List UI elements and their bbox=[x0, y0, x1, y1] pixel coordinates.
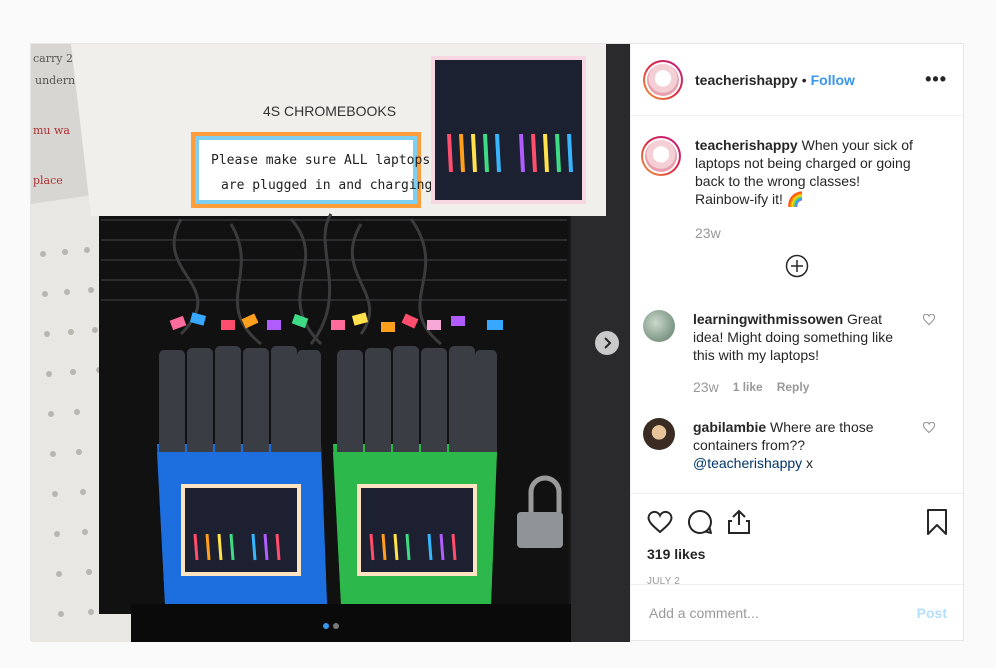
comment-input[interactable] bbox=[647, 603, 917, 622]
comment-avatar[interactable] bbox=[643, 310, 675, 342]
comment-text-after: x bbox=[802, 455, 814, 471]
post-header: teacherishappy • Follow ••• bbox=[631, 44, 963, 116]
caption-time: 23w bbox=[695, 225, 721, 241]
photo-sign-line2: are plugged in and charging bbox=[221, 178, 432, 193]
comment-mention[interactable]: @teacherishappy bbox=[693, 455, 802, 471]
share-icon bbox=[728, 509, 750, 534]
heart-icon[interactable] bbox=[923, 422, 935, 434]
comment-button[interactable] bbox=[687, 509, 713, 535]
caption-avatar[interactable] bbox=[641, 136, 681, 176]
heart-icon bbox=[647, 510, 673, 534]
caption: teacherishappy When your sick of laptops… bbox=[641, 136, 951, 242]
add-comment-bar: Post bbox=[631, 584, 963, 640]
bookmark-icon bbox=[927, 509, 947, 535]
post-actions: 319 likes JULY 2 bbox=[631, 493, 963, 587]
author-avatar[interactable] bbox=[643, 59, 683, 100]
svg-text:place: place bbox=[33, 174, 63, 187]
follow-button[interactable]: Follow bbox=[811, 72, 855, 88]
save-button[interactable] bbox=[927, 509, 947, 535]
carousel-dot-1 bbox=[322, 623, 329, 629]
post-card: carry 2-3 la undernea mu wa place 4S CHR… bbox=[30, 43, 964, 642]
carousel-dot-2 bbox=[332, 623, 339, 629]
load-more-comments[interactable] bbox=[643, 254, 951, 278]
chevron-right-icon bbox=[604, 337, 612, 349]
header-separator: • bbox=[801, 71, 807, 88]
caption-username[interactable]: teacherishappy bbox=[695, 137, 798, 153]
comment-item: gabilambie Where are those containers fr… bbox=[643, 418, 951, 472]
reply-button[interactable]: Reply bbox=[777, 378, 810, 396]
more-icon[interactable]: ••• bbox=[925, 69, 947, 90]
comments-list[interactable]: teacherishappy When your sick of laptops… bbox=[631, 116, 963, 492]
comment-time: 23w bbox=[693, 379, 719, 395]
likes-count[interactable]: 319 likes bbox=[647, 546, 947, 562]
share-button[interactable] bbox=[727, 509, 751, 535]
plus-circle-icon bbox=[785, 254, 809, 278]
post-comment-button[interactable]: Post bbox=[917, 605, 947, 621]
comment-item: learningwithmissowen Great idea! Might d… bbox=[643, 310, 951, 396]
photo-sign-title: 4S CHROMEBOOKS bbox=[263, 103, 396, 119]
author-username[interactable]: teacherishappy bbox=[695, 72, 798, 88]
comment-avatar[interactable] bbox=[643, 418, 675, 450]
comment-icon bbox=[688, 509, 712, 534]
comment-username[interactable]: gabilambie bbox=[693, 419, 766, 435]
next-photo-button[interactable] bbox=[595, 331, 619, 355]
photo-scene: carry 2-3 la undernea mu wa place 4S CHR… bbox=[31, 44, 630, 642]
post-sidebar: teacherishappy • Follow ••• teacherishap… bbox=[630, 44, 963, 640]
carousel-indicator bbox=[31, 623, 630, 629]
action-icons bbox=[647, 498, 947, 546]
comment-username[interactable]: learningwithmissowen bbox=[693, 311, 843, 327]
comment-likes[interactable]: 1 like bbox=[733, 378, 763, 396]
like-button[interactable] bbox=[647, 510, 673, 534]
svg-text:mu wa: mu wa bbox=[33, 124, 70, 137]
post-photo[interactable]: carry 2-3 la undernea mu wa place 4S CHR… bbox=[31, 44, 630, 642]
heart-icon[interactable] bbox=[923, 314, 935, 326]
photo-sign-line1: Please make sure ALL laptops bbox=[211, 153, 430, 168]
